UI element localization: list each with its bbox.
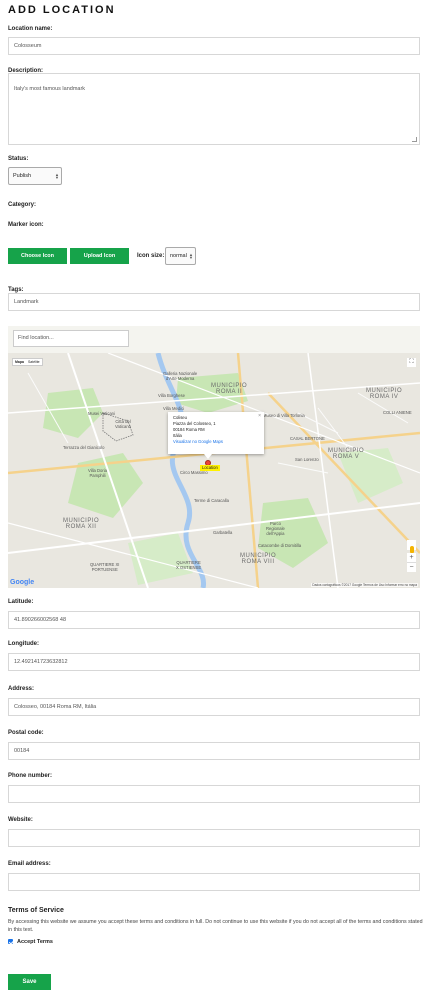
accept-terms-label[interactable]: Accept Terms: [17, 939, 53, 945]
map-label: Città del Vaticano: [115, 419, 131, 429]
map-label: Catacombe di Domitilla: [258, 543, 302, 548]
icon-size-selected: normal: [170, 253, 187, 259]
accept-terms-checkbox[interactable]: [8, 939, 13, 944]
description-textarea[interactable]: Italy's most famous landmark: [8, 73, 420, 145]
postal-code-label: Postal code:: [8, 730, 44, 736]
map-type-map[interactable]: Mapa: [13, 359, 26, 365]
map-label: MUNICIPIO ROMA VIII: [240, 553, 277, 565]
info-window: × Coliseu Piazza del Colosseo, 1 00184 R…: [168, 412, 264, 454]
latitude-label: Latitude:: [8, 599, 34, 605]
category-label: Category:: [8, 202, 37, 208]
latitude-input[interactable]: 41.890266002568 48: [8, 611, 420, 629]
marker-icon-label: Marker icon:: [8, 222, 44, 228]
map-label: Villa Borghese: [158, 393, 185, 398]
find-location-input[interactable]: Find location...: [13, 330, 129, 347]
select-arrows-icon: ▲ ▼: [55, 172, 59, 180]
address-label: Address:: [8, 686, 35, 692]
map-label: Musei Vaticani: [88, 411, 115, 416]
upload-icon-button[interactable]: Upload Icon: [70, 248, 129, 264]
status-selected: Publish: [13, 173, 32, 179]
map-label: COLLI ANIENE: [383, 410, 412, 415]
icon-size-select[interactable]: normal ▲ ▼: [165, 247, 196, 265]
description-text: Italy's most famous landmark: [14, 86, 86, 92]
location-name-label: Location name:: [8, 26, 53, 32]
map-type-control[interactable]: Mapa Satélite: [12, 358, 43, 366]
accept-terms-row[interactable]: Accept Terms: [8, 937, 53, 946]
icon-size-label: Icon size:: [137, 253, 165, 259]
location-name-input[interactable]: Colosseum: [8, 37, 420, 55]
map-label: Villa Doria Pamphili: [88, 468, 108, 478]
map-label: Museo di Villa Torlonia: [263, 413, 305, 418]
marker-label: Location: [200, 465, 220, 471]
close-icon[interactable]: ×: [258, 413, 261, 419]
map-label: CASAL BERTONE: [290, 436, 325, 441]
street-view-pegman-icon[interactable]: [407, 540, 416, 553]
status-select[interactable]: Publish ▲ ▼: [8, 167, 62, 185]
map-label: Parco Regionale dell'Appia: [266, 521, 285, 536]
website-label: Website:: [8, 817, 33, 823]
longitude-label: Longitude:: [8, 641, 39, 647]
map-type-satellite[interactable]: Satélite: [26, 359, 42, 365]
email-label: Email address:: [8, 861, 51, 867]
info-window-pointer: [204, 454, 212, 459]
view-on-google-maps-link[interactable]: Visualizar no Google Maps: [173, 439, 259, 445]
zoom-in-button[interactable]: +: [407, 553, 416, 562]
website-input[interactable]: [8, 829, 420, 847]
map-label: Garbatella: [213, 530, 233, 535]
page-title: ADD LOCATION: [8, 4, 116, 16]
map-container: Find location... Mapa Satélite ⛶ MUNICIP…: [8, 326, 420, 588]
save-button[interactable]: Save: [8, 974, 51, 990]
google-logo: Google: [10, 579, 35, 586]
email-input[interactable]: [8, 873, 420, 891]
zoom-out-button[interactable]: −: [407, 563, 416, 572]
map-label: QUARTIERE XI PORTUENSE: [90, 562, 120, 572]
map-label: Villa Medici: [163, 406, 185, 411]
phone-input[interactable]: [8, 785, 420, 803]
choose-icon-button[interactable]: Choose Icon: [8, 248, 67, 264]
postal-code-input[interactable]: 00184: [8, 742, 420, 760]
map-label: MUNICIPIO ROMA V: [328, 448, 365, 460]
longitude-input[interactable]: 12.492141723632812: [8, 653, 420, 671]
map-label: Terrazza del Gianicolo: [63, 445, 105, 450]
tags-input[interactable]: Landmark: [8, 293, 420, 311]
map-label: MUNICIPIO ROMA XII: [63, 518, 100, 530]
map-label: Galleria Nazionale d'Arte Moderna: [163, 371, 198, 381]
zoom-control: + −: [407, 553, 416, 572]
status-label: Status:: [8, 156, 29, 162]
map-label: Terme di Caracalla: [194, 498, 229, 503]
terms-title: Terms of Service: [8, 907, 64, 914]
map-label: MUNICIPIO ROMA IV: [366, 388, 403, 400]
fullscreen-icon[interactable]: ⛶: [407, 358, 416, 367]
resize-grip-icon[interactable]: [412, 137, 417, 142]
map-canvas[interactable]: Mapa Satélite ⛶ MUNICIPIO ROMA II MUNICIP…: [8, 353, 420, 588]
select-arrows-icon: ▲ ▼: [189, 252, 193, 260]
phone-label: Phone number:: [8, 773, 53, 779]
map-label: QUARTIERE X OSTIENSE: [176, 560, 202, 570]
map-label: San Lorenzo: [295, 457, 319, 462]
address-input[interactable]: Colosseo, 00184 Roma RM, Itália: [8, 698, 420, 716]
map-attribution[interactable]: Dados cartográficos ©2017 Google Termos …: [311, 583, 418, 587]
map-label: MUNICIPIO ROMA II: [211, 383, 248, 395]
terms-text: By accessing this website we assume you …: [8, 919, 423, 933]
